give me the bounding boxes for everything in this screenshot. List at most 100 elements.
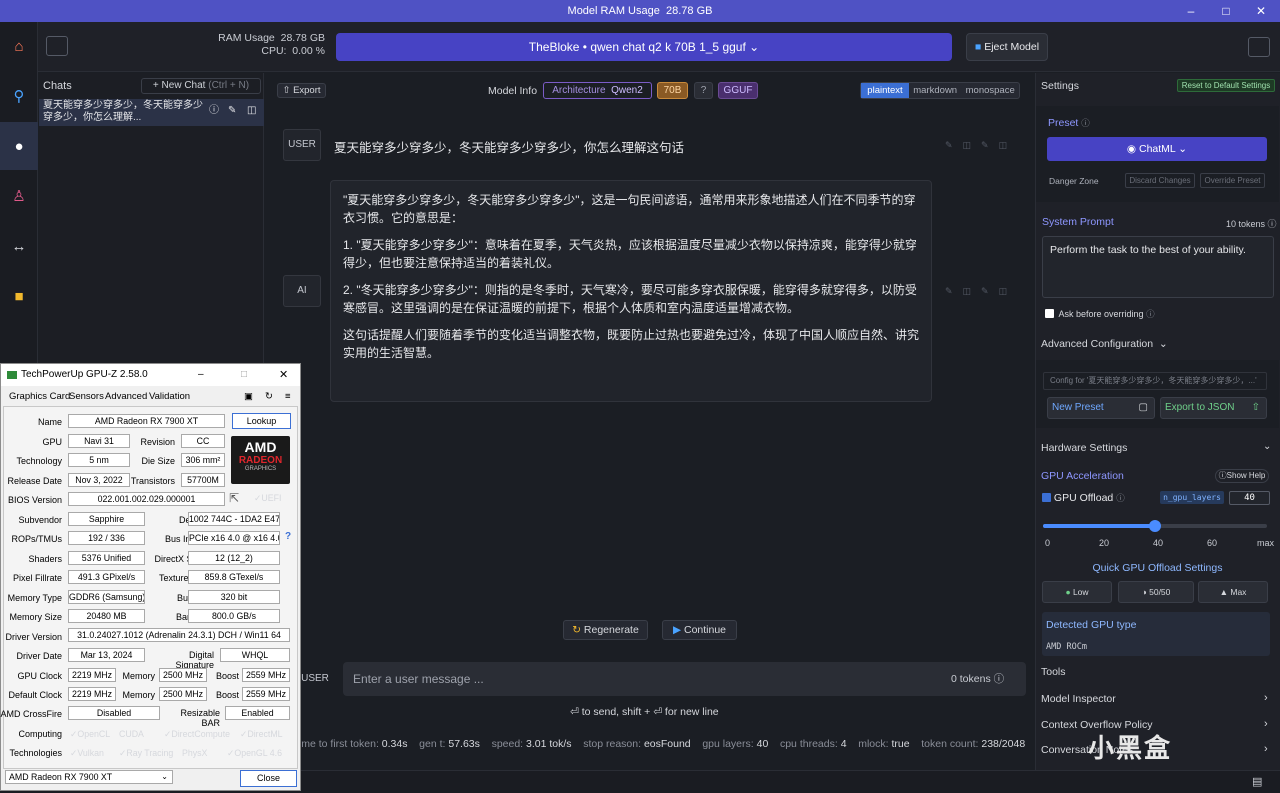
- clock-value: 2219 MHz: [68, 687, 116, 701]
- system-prompt-tokens: 10 tokens ⓘ: [1226, 219, 1277, 229]
- gpuz-maximize-icon[interactable]: □: [241, 364, 247, 386]
- lookup-button[interactable]: Lookup: [232, 413, 291, 429]
- hardware-settings-header[interactable]: Hardware Settings: [1041, 442, 1127, 454]
- stat-value: 57.63s: [448, 738, 480, 750]
- gpuz-title: TechPowerUp GPU-Z 2.58.0: [21, 369, 148, 380]
- regenerate-button[interactable]: ↻ Regenerate: [563, 620, 648, 640]
- show-help-button[interactable]: ⓘShow Help: [1215, 469, 1269, 483]
- feature-label: DirectML: [247, 729, 283, 739]
- gpuz-label: Revision: [140, 437, 175, 447]
- folder-icon[interactable]: ■: [0, 272, 38, 320]
- quick-max-button[interactable]: ▲ Max: [1198, 581, 1268, 603]
- ask-override-label: Ask before overriding: [1058, 309, 1144, 319]
- override-preset-button[interactable]: Override Preset: [1200, 173, 1265, 188]
- ai-role-badge[interactable]: AI: [283, 275, 321, 307]
- message-input[interactable]: Enter a user message ... 0 tokens ⓘ: [343, 662, 1026, 696]
- home-icon[interactable]: ⌂: [0, 22, 38, 70]
- gpuz-label: Subvendor: [18, 515, 62, 525]
- feature-checkbox: ✓OpenCL: [70, 729, 111, 739]
- ask-override-checkbox[interactable]: Ask before overriding ⓘ: [1045, 308, 1155, 320]
- gpu-layers-input[interactable]: 40: [1229, 491, 1270, 505]
- eject-icon: ■: [974, 41, 982, 53]
- gpu-offload-slider[interactable]: [1043, 520, 1267, 532]
- gpu-name-label: Name: [37, 417, 62, 427]
- delete-icon[interactable]: ◫: [247, 105, 256, 117]
- gpuz-tab-graphics[interactable]: Graphics Card: [9, 391, 70, 402]
- toggle-settings-icon[interactable]: [1248, 37, 1270, 57]
- feature-checkbox: ✓OpenGL 4.6: [227, 748, 282, 758]
- search-icon[interactable]: ⚲: [0, 72, 38, 120]
- format-monospace[interactable]: monospace: [961, 83, 1019, 98]
- refresh-icon[interactable]: ↻: [265, 391, 273, 402]
- feature-label: CUDA: [119, 729, 144, 739]
- toggle-sidebar-icon[interactable]: [46, 36, 68, 56]
- camera-icon[interactable]: ▣: [244, 391, 253, 402]
- clock-value: 2500 MHz: [159, 687, 207, 701]
- gpuz-label: Boost: [215, 690, 239, 700]
- slider-tick-label: max: [1257, 538, 1275, 548]
- gpuz-close-button[interactable]: Close: [240, 770, 297, 787]
- show-help-label: Show Help: [1226, 471, 1266, 480]
- chevron-down-icon: ⌄: [161, 772, 168, 781]
- export-button[interactable]: ⇧ Export: [277, 83, 326, 98]
- format-markdown[interactable]: markdown: [909, 83, 961, 98]
- user-role-badge[interactable]: USER: [283, 129, 321, 161]
- stat-value: true: [891, 738, 910, 750]
- advanced-config-toggle[interactable]: Advanced Configuration ⌄: [1041, 338, 1168, 350]
- feature-label: Vulkan: [77, 748, 104, 758]
- stat-value: 0.34s: [381, 738, 408, 750]
- ai-message-actions[interactable]: ✎◫✎◫: [945, 286, 1017, 297]
- gpuz-label: Technologies: [9, 748, 62, 758]
- slider-handle[interactable]: [1149, 520, 1161, 532]
- discard-changes-button[interactable]: Discard Changes: [1125, 173, 1195, 188]
- system-prompt-input[interactable]: Perform the task to the best of your abi…: [1042, 236, 1274, 298]
- continue-button[interactable]: ▶ Continue: [662, 620, 737, 640]
- export-json-button[interactable]: Export to JSON ⇧: [1160, 397, 1267, 419]
- gpuz-label: AMD CrossFire: [0, 709, 62, 719]
- preset-dropdown[interactable]: ◉ ChatML ⌄: [1047, 137, 1267, 161]
- chat-icon[interactable]: ●: [0, 122, 38, 170]
- server-icon[interactable]: ♙: [0, 172, 38, 220]
- menu-icon[interactable]: ≡: [285, 391, 291, 402]
- format-plaintext[interactable]: plaintext: [861, 83, 909, 98]
- composer-role[interactable]: USER: [296, 662, 334, 696]
- edit-icon[interactable]: ✎: [228, 105, 236, 117]
- gpu-offload-checkbox[interactable]: GPU Offload ⓘ: [1042, 492, 1125, 504]
- gpuz-tab-sensors[interactable]: Sensors: [69, 391, 104, 402]
- close-icon[interactable]: ✕: [1246, 0, 1276, 22]
- feature-checkbox: CUDA: [119, 729, 144, 739]
- model-selector[interactable]: TheBloke • qwen chat q2 k 70B 1_5 gguf ⌄: [336, 33, 952, 61]
- quick-half-button[interactable]: ◑ 50/50: [1118, 581, 1194, 603]
- share-icon[interactable]: ⇱: [229, 491, 239, 505]
- eject-model-button[interactable]: ■ Eject Model: [966, 33, 1048, 61]
- panel-icon[interactable]: ▤: [1252, 775, 1262, 788]
- stat-label: mlock:: [858, 738, 889, 750]
- driver-value: 31.0.24027.1012 (Adrenalin 24.3.1) DCH /…: [68, 628, 290, 642]
- format-tag: GGUF: [718, 82, 758, 99]
- feature-label: OpenCL: [77, 729, 111, 739]
- gpuz-label: Die Size: [141, 456, 175, 466]
- config-for-field: Config for '夏天能穿多少穿多少，冬天能穿多少穿多少，...': [1043, 372, 1267, 390]
- advanced-config-label: Advanced Configuration: [1041, 338, 1154, 350]
- help-icon[interactable]: ?: [285, 531, 291, 542]
- token-count: 0 tokens ⓘ: [951, 673, 1005, 685]
- tool-model-inspector[interactable]: Model Inspector: [1041, 693, 1116, 705]
- new-chat-button[interactable]: + New Chat (Ctrl + N): [141, 78, 261, 94]
- gpuz-minimize-icon[interactable]: –: [198, 364, 204, 386]
- reset-defaults-button[interactable]: Reset to Default Settings: [1177, 79, 1275, 92]
- feature-checkbox: ✓DirectML: [240, 729, 283, 739]
- gpuz-value: Sapphire: [68, 512, 145, 526]
- message-actions[interactable]: ✎◫✎◫: [945, 140, 1017, 151]
- gpuz-tab-validation[interactable]: Validation: [149, 391, 190, 402]
- maximize-icon[interactable]: □: [1211, 0, 1241, 22]
- uefi-checkbox: ✓UEFI: [254, 493, 282, 503]
- info-icon[interactable]: ⓘ: [209, 105, 219, 117]
- gpuz-tab-advanced[interactable]: Advanced: [105, 391, 147, 402]
- arrows-icon[interactable]: ↔: [0, 222, 38, 270]
- minimize-icon[interactable]: –: [1176, 0, 1206, 22]
- new-preset-button[interactable]: New Preset ▢: [1047, 397, 1155, 419]
- gpuz-card-select[interactable]: AMD Radeon RX 7900 XT ⌄: [5, 770, 173, 784]
- gpuz-close-icon[interactable]: ✕: [279, 364, 288, 386]
- chat-list-item[interactable]: 夏天能穿多少穿多少，冬天能穿多少穿多少，你怎么理解... ⓘ ✎ ◫: [39, 99, 264, 126]
- quick-low-button[interactable]: ● Low: [1042, 581, 1112, 603]
